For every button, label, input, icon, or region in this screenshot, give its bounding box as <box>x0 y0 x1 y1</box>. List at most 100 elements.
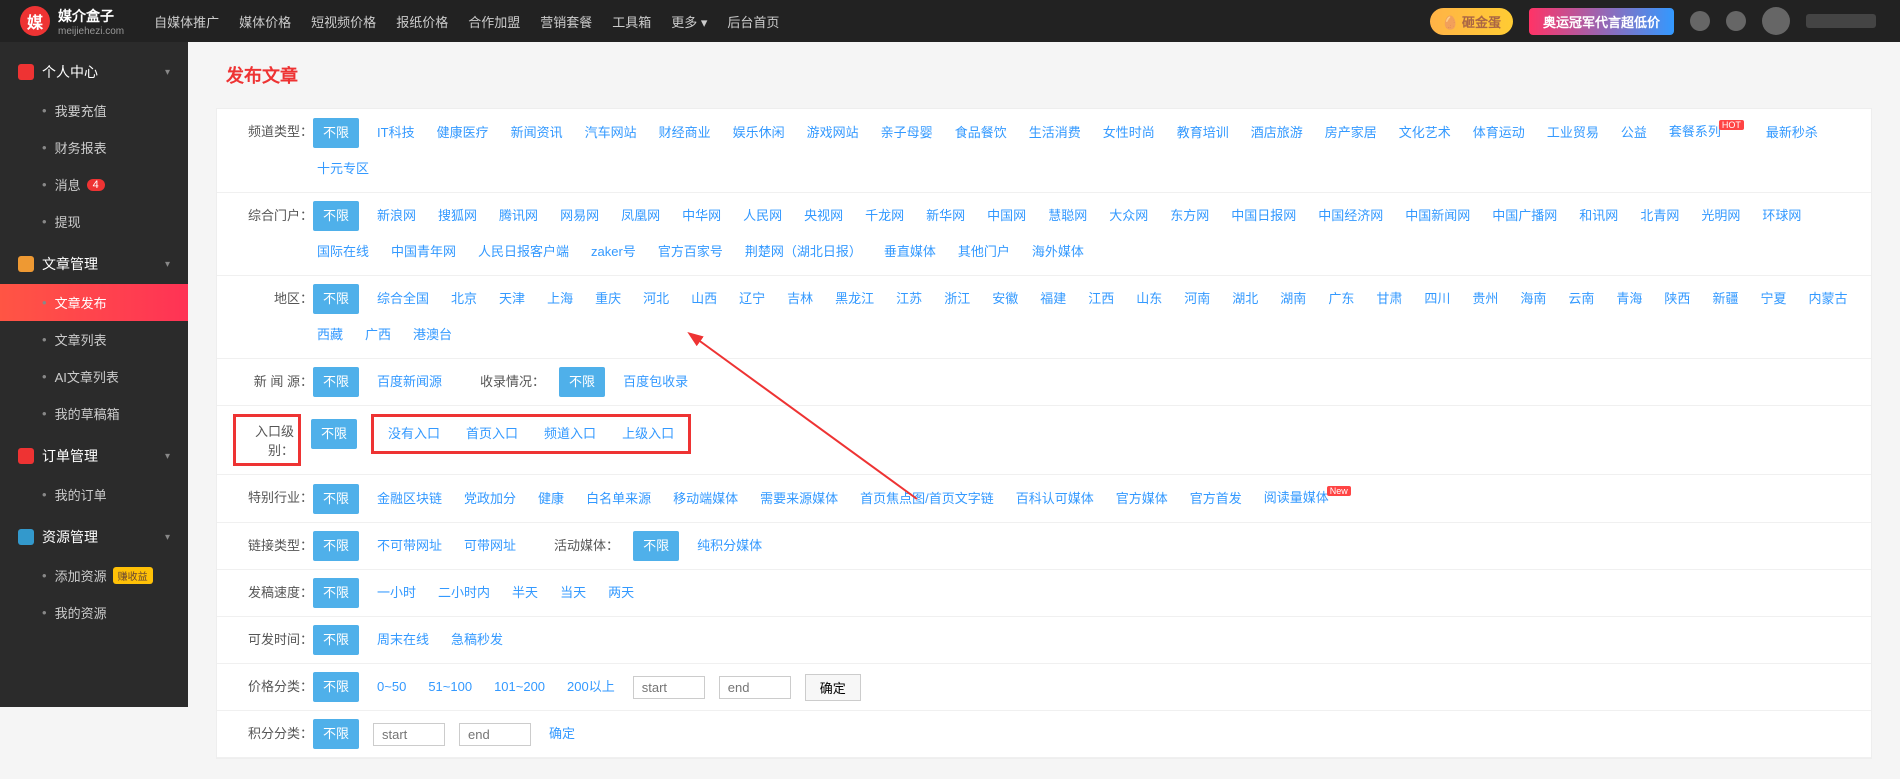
filter-opt[interactable]: 当天 <box>556 578 590 608</box>
nav-link[interactable]: 后台首页 <box>727 12 779 31</box>
sidebar-item-publish[interactable]: 文章发布 <box>0 284 188 321</box>
filter-opt-active[interactable]: 不限 <box>313 201 359 231</box>
filter-opt[interactable]: 和讯网 <box>1575 201 1622 231</box>
filter-opt[interactable]: 凤凰网 <box>617 201 664 231</box>
filter-opt[interactable]: 山东 <box>1132 284 1166 314</box>
sidebar-order[interactable]: 订单管理▾ <box>0 436 188 476</box>
filter-opt[interactable]: 酒店旅游 <box>1247 118 1307 148</box>
nav-link[interactable]: 合作加盟 <box>468 12 520 31</box>
filter-opt[interactable]: 垂直媒体 <box>880 237 940 267</box>
filter-opt[interactable]: 中国青年网 <box>387 237 460 267</box>
filter-opt[interactable]: 200以上 <box>563 672 619 702</box>
sidebar-item-ai-list[interactable]: AI文章列表 <box>0 358 188 395</box>
filter-opt[interactable]: 公益 <box>1617 118 1651 148</box>
nav-link[interactable]: 媒体价格 <box>239 12 291 31</box>
points-end-input[interactable] <box>459 723 531 746</box>
sidebar-resource[interactable]: 资源管理▾ <box>0 517 188 557</box>
sidebar-item-addres[interactable]: 添加资源赚收益 <box>0 557 188 594</box>
filter-opt[interactable]: 51~100 <box>424 672 476 702</box>
filter-opt[interactable]: 亲子母婴 <box>877 118 937 148</box>
sidebar-item-draft[interactable]: 我的草稿箱 <box>0 395 188 432</box>
filter-opt[interactable]: 山西 <box>687 284 721 314</box>
filter-opt[interactable]: 最新秒杀 <box>1762 118 1822 148</box>
filter-opt[interactable]: 大众网 <box>1105 201 1152 231</box>
filter-opt[interactable]: 上海 <box>543 284 577 314</box>
filter-opt-active[interactable]: 不限 <box>311 419 357 449</box>
nav-link[interactable]: 营销套餐 <box>540 12 592 31</box>
sidebar-item-finance[interactable]: 财务报表 <box>0 129 188 166</box>
filter-opt[interactable]: 生活消费 <box>1025 118 1085 148</box>
filter-opt[interactable]: 官方百家号 <box>654 237 727 267</box>
confirm-button[interactable]: 确定 <box>805 674 861 701</box>
olympic-badge[interactable]: 奥运冠军代言超低价 <box>1529 8 1674 35</box>
filter-opt[interactable]: 浙江 <box>940 284 974 314</box>
filter-opt[interactable]: 天津 <box>495 284 529 314</box>
filter-opt[interactable]: 内蒙古 <box>1804 284 1851 314</box>
filter-opt[interactable]: 新疆 <box>1708 284 1742 314</box>
filter-opt[interactable]: 搜狐网 <box>434 201 481 231</box>
filter-opt[interactable]: 游戏网站 <box>803 118 863 148</box>
filter-opt[interactable]: 频道入口 <box>540 419 600 449</box>
filter-opt[interactable]: 新闻资讯 <box>507 118 567 148</box>
nav-link-more[interactable]: 更多 ▾ <box>671 12 707 31</box>
filter-opt[interactable]: 港澳台 <box>409 320 456 350</box>
bell-icon[interactable] <box>1690 11 1710 31</box>
nav-link[interactable]: 自媒体推广 <box>154 12 219 31</box>
filter-opt[interactable]: 急稿秒发 <box>447 625 507 655</box>
filter-opt[interactable]: 青海 <box>1612 284 1646 314</box>
filter-opt[interactable]: 贵州 <box>1468 284 1502 314</box>
filter-opt[interactable]: IT科技 <box>373 118 419 148</box>
filter-opt[interactable]: 上级入口 <box>618 419 678 449</box>
filter-opt[interactable]: 安徽 <box>988 284 1022 314</box>
confirm-link[interactable]: 确定 <box>545 719 579 749</box>
price-start-input[interactable] <box>633 676 705 699</box>
avatar[interactable] <box>1762 7 1790 35</box>
filter-opt[interactable]: 人民网 <box>739 201 786 231</box>
filter-opt[interactable]: 财经商业 <box>655 118 715 148</box>
filter-opt[interactable]: 二小时内 <box>434 578 494 608</box>
filter-opt[interactable]: 中国日报网 <box>1227 201 1300 231</box>
filter-opt[interactable]: 官方媒体 <box>1112 484 1172 514</box>
points-start-input[interactable] <box>373 723 445 746</box>
filter-opt[interactable]: 白名单来源 <box>582 484 655 514</box>
filter-opt-active[interactable]: 不限 <box>313 284 359 314</box>
filter-opt[interactable]: 云南 <box>1564 284 1598 314</box>
filter-opt[interactable]: 0~50 <box>373 672 410 702</box>
filter-opt[interactable]: 十元专区 <box>313 154 373 184</box>
filter-opt[interactable]: 官方首发 <box>1186 484 1246 514</box>
filter-opt[interactable]: 江苏 <box>892 284 926 314</box>
sidebar-personal[interactable]: 个人中心▾ <box>0 52 188 92</box>
filter-opt[interactable]: 海外媒体 <box>1028 237 1088 267</box>
filter-opt[interactable]: 百度新闻源 <box>373 367 446 397</box>
sidebar-item-recharge[interactable]: 我要充值 <box>0 92 188 129</box>
filter-opt[interactable]: 西藏 <box>313 320 347 350</box>
filter-opt[interactable]: 首页焦点图/首页文字链 <box>856 484 998 514</box>
sidebar-item-myorder[interactable]: 我的订单 <box>0 476 188 513</box>
filter-opt[interactable]: 千龙网 <box>861 201 908 231</box>
message-icon[interactable] <box>1726 11 1746 31</box>
filter-opt[interactable]: 汽车网站 <box>581 118 641 148</box>
filter-opt[interactable]: 首页入口 <box>462 419 522 449</box>
filter-opt[interactable]: 金融区块链 <box>373 484 446 514</box>
filter-opt[interactable]: 没有入口 <box>384 419 444 449</box>
filter-opt-active[interactable]: 不限 <box>313 672 359 702</box>
filter-opt[interactable]: 甘肃 <box>1372 284 1406 314</box>
filter-opt[interactable]: 可带网址 <box>460 531 520 561</box>
logo[interactable]: 媒 媒介盒子 meijiehezi.com <box>20 6 124 37</box>
filter-opt[interactable]: 河南 <box>1180 284 1214 314</box>
filter-opt[interactable]: 网易网 <box>556 201 603 231</box>
filter-opt[interactable]: 不可带网址 <box>373 531 446 561</box>
filter-opt[interactable]: 健康 <box>534 484 568 514</box>
filter-opt[interactable]: 一小时 <box>373 578 420 608</box>
filter-opt[interactable]: 工业贸易 <box>1543 118 1603 148</box>
filter-opt[interactable]: 海南 <box>1516 284 1550 314</box>
price-end-input[interactable] <box>719 676 791 699</box>
filter-opt[interactable]: 周末在线 <box>373 625 433 655</box>
filter-opt-active[interactable]: 不限 <box>313 578 359 608</box>
sidebar-item-message[interactable]: 消息4 <box>0 166 188 203</box>
filter-opt[interactable]: 中国经济网 <box>1314 201 1387 231</box>
filter-opt[interactable]: 中华网 <box>678 201 725 231</box>
filter-opt[interactable]: 国际在线 <box>313 237 373 267</box>
filter-opt[interactable]: 福建 <box>1036 284 1070 314</box>
filter-opt[interactable]: 北京 <box>447 284 481 314</box>
